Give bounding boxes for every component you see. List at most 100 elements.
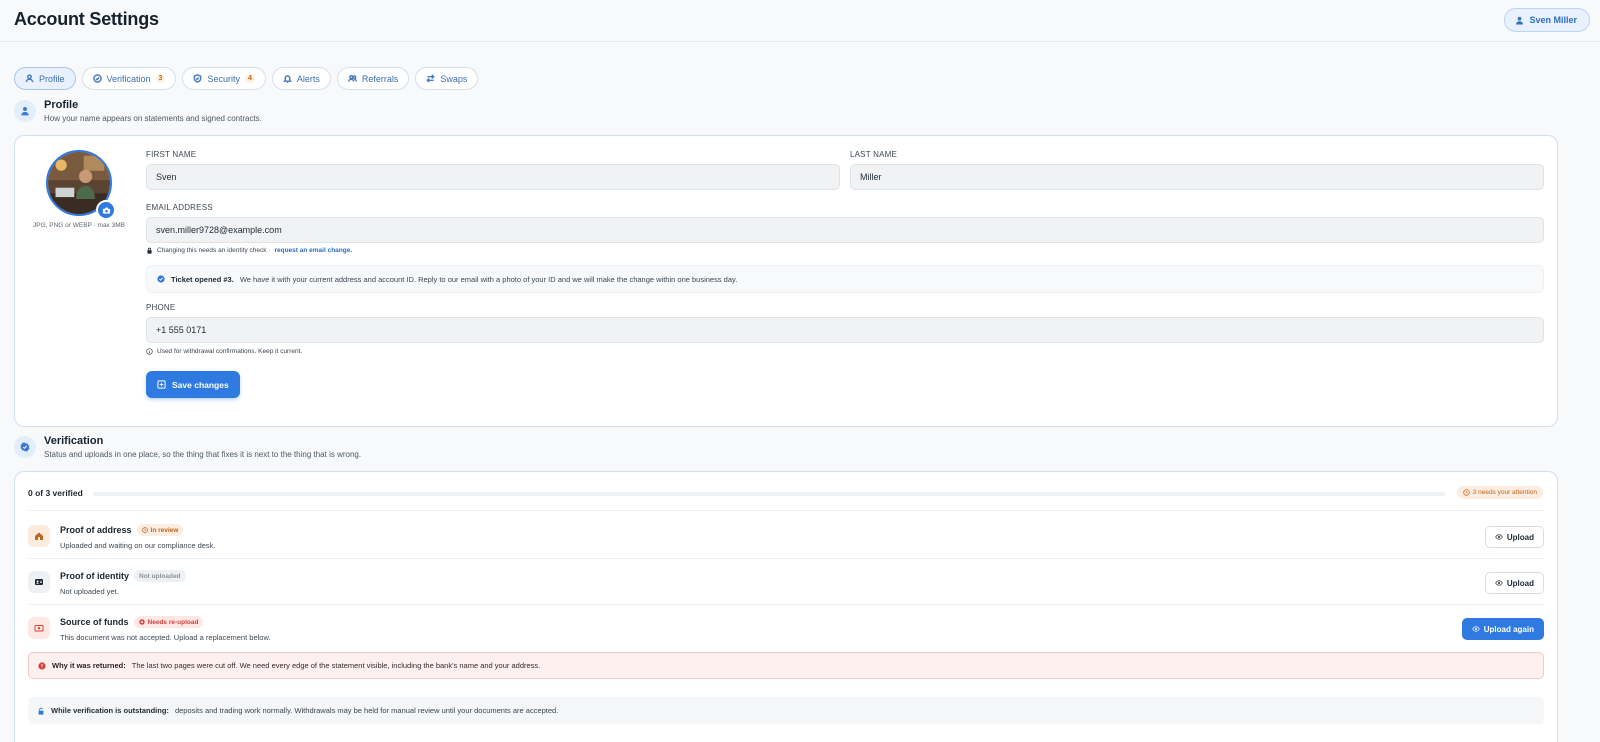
attention-badge: 3 needs your attention: [1456, 486, 1543, 499]
eye-icon: [1495, 534, 1503, 540]
doc-subtitle: This document was not accepted. Upload a…: [60, 633, 271, 642]
tab-verification[interactable]: Verification 3: [81, 67, 177, 90]
tab-count-badge: 4: [244, 74, 255, 83]
doc-title: Proof of identity: [60, 571, 129, 581]
phone-label: PHONE: [146, 303, 176, 312]
status-badge: Needs re-upload: [133, 616, 204, 628]
upload-again-button[interactable]: Upload again: [1461, 618, 1544, 640]
doc-subtitle: Not uploaded yet.: [60, 587, 119, 596]
reason-text: The last two pages were cut off. We need…: [131, 661, 541, 670]
doc-title: Source of funds: [60, 617, 129, 627]
email-field[interactable]: sven.miller9728@example.com: [146, 217, 1544, 243]
tab-label: Security: [207, 73, 240, 84]
tab-label: Swaps: [440, 73, 468, 84]
status-text: Not uploaded: [139, 572, 181, 580]
upload-button[interactable]: Upload: [1484, 526, 1544, 548]
verification-progress-text: 0 of 3 verified: [28, 488, 83, 498]
camera-button[interactable]: [96, 200, 116, 220]
upload-button-label: Upload: [1506, 578, 1534, 588]
doc-title-row: Source of funds Needs re-upload: [60, 616, 204, 628]
user-icon: [25, 74, 34, 83]
status-badge: In review: [136, 524, 184, 536]
upload-button-label: Upload: [1506, 532, 1534, 542]
info-icon: [146, 348, 153, 355]
tab-referrals[interactable]: Referrals: [336, 67, 410, 90]
eye-icon: [1495, 580, 1503, 586]
section-subtitle: Status and uploads in one place, so the …: [44, 450, 362, 459]
shield-icon: [194, 74, 202, 83]
email-helper-text: Changing this needs an identity check ·: [157, 247, 271, 254]
tab-security[interactable]: Security 4: [182, 67, 266, 90]
tab-label: Verification: [106, 73, 151, 84]
doc-row-proof-of-address: Proof of address In review Uploaded and …: [28, 519, 1544, 563]
status-text: In review: [150, 526, 179, 534]
save-button[interactable]: Save changes: [146, 371, 240, 398]
section-title: Verification: [44, 435, 104, 447]
clock-icon: [141, 527, 148, 533]
doc-icon-box: [28, 617, 50, 639]
outstanding-text: deposits and trading work normally. With…: [174, 706, 559, 715]
verification-card: 0 of 3 verified 3 needs your attention P…: [14, 471, 1558, 742]
doc-title-row: Proof of identity Not uploaded: [60, 570, 186, 582]
email-label: EMAIL ADDRESS: [146, 203, 213, 212]
id-card-icon: [35, 579, 43, 585]
doc-title: Proof of address: [60, 525, 132, 535]
save-button-label: Save changes: [172, 379, 229, 390]
upload-again-label: Upload again: [1483, 624, 1534, 634]
tab-profile[interactable]: Profile: [14, 67, 76, 90]
lock-icon: [147, 247, 152, 254]
phone-helper-text: Used for withdrawal confirmations. Keep …: [157, 348, 303, 355]
outstanding-notice: While verification is outstanding: depos…: [28, 697, 1544, 724]
last-name-label: LAST NAME: [850, 150, 897, 159]
top-bar: Account Settings Sven Miller: [0, 0, 1600, 42]
divider: [28, 558, 1544, 559]
status-text: Needs re-upload: [147, 618, 199, 626]
last-name-field[interactable]: Miller: [850, 164, 1544, 190]
avatar-hint: JPG, PNG or WEBP · max 3MB: [33, 222, 125, 229]
profile-section-icon: [14, 100, 36, 122]
doc-row-source-of-funds: Source of funds Needs re-upload This doc…: [28, 611, 1544, 655]
verification-section-icon: [14, 436, 36, 458]
user-menu-button[interactable]: Sven Miller: [1504, 8, 1590, 32]
ticket-notice: Ticket opened #3. We have it with your c…: [146, 265, 1544, 293]
return-reason-alert: Why it was returned: The last two pages …: [28, 652, 1544, 679]
lock-open-icon: [38, 707, 44, 715]
doc-icon-box: [28, 525, 50, 547]
page-title: Account Settings: [14, 9, 159, 29]
verification-section-header: Verification Status and uploads in one p…: [14, 435, 361, 459]
attention-text: 3 needs your attention: [1472, 489, 1537, 496]
verification-progress-bar: [93, 492, 1445, 496]
tab-label: Profile: [39, 73, 65, 84]
phone-field[interactable]: +1 555 0171: [146, 317, 1544, 343]
tab-swaps[interactable]: Swaps: [415, 67, 479, 90]
save-icon: [157, 380, 166, 389]
doc-row-proof-of-identity: Proof of identity Not uploaded Not uploa…: [28, 565, 1544, 609]
user-name: Sven Miller: [1529, 15, 1577, 25]
request-email-change-link[interactable]: request an email change.: [274, 247, 352, 254]
bell-icon: [282, 75, 292, 83]
users-icon: [347, 74, 357, 82]
doc-icon-box: [28, 571, 50, 593]
alert-icon: [38, 661, 46, 670]
outstanding-title: While verification is outstanding:: [51, 706, 169, 715]
settings-tabs: Profile Verification 3 Security 4 Alerts…: [14, 67, 479, 90]
profile-card: JPG, PNG or WEBP · max 3MB FIRST NAME Sv…: [14, 135, 1558, 427]
check-circle-icon: [92, 74, 102, 83]
house-icon: [35, 532, 43, 540]
first-name-field[interactable]: Sven: [146, 164, 840, 190]
tab-label: Alerts: [296, 73, 320, 84]
doc-title-row: Proof of address In review: [60, 524, 184, 536]
profile-section-header: Profile How your name appears on stateme…: [14, 99, 262, 123]
doc-subtitle: Uploaded and waiting on our compliance d…: [60, 541, 216, 550]
eye-icon: [1471, 626, 1480, 632]
user-icon: [1516, 16, 1524, 25]
avatar-upload[interactable]: [46, 150, 116, 220]
divider: [28, 604, 1544, 605]
section-title: Profile: [44, 99, 79, 111]
tab-alerts[interactable]: Alerts: [271, 67, 331, 90]
phone-helper: Used for withdrawal confirmations. Keep …: [146, 348, 302, 355]
upload-button[interactable]: Upload: [1484, 572, 1544, 594]
first-name-label: FIRST NAME: [146, 150, 197, 159]
reason-title: Why it was returned:: [52, 661, 126, 670]
section-subtitle: How your name appears on statements and …: [44, 114, 262, 123]
